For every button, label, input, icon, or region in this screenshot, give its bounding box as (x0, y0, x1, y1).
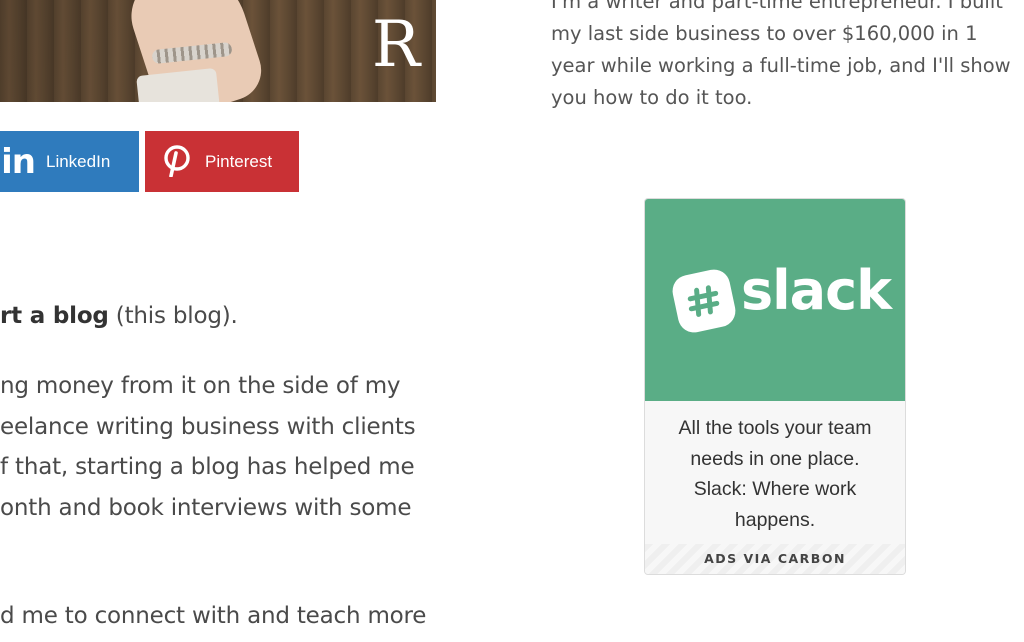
ad-text-line: needs in one place. (690, 447, 860, 470)
pinterest-icon (161, 145, 193, 177)
bio-line: year while working a full-time job, and … (551, 54, 1011, 77)
bio-line: you how to do it too. (551, 86, 753, 109)
share-linkedin-label: LinkedIn (46, 152, 111, 171)
ads-via-carbon-link[interactable]: ADS VIA CARBON (645, 544, 905, 574)
article-paragraph: ng money from it on the side of my eelan… (0, 366, 416, 528)
share-pinterest-label: Pinterest (205, 152, 273, 171)
paragraph-text: (this blog). (108, 303, 238, 329)
site-logo-watermark: R (371, 8, 421, 82)
ad-image[interactable]: slack (645, 199, 905, 401)
paragraph-line: f that, starting a blog has helped me (0, 454, 415, 480)
article-paragraph: rt a blog (this blog). (0, 296, 238, 337)
bio-line: my last side business to over $160,000 i… (551, 22, 978, 45)
ad-text-line: All the tools your team (678, 417, 872, 439)
paragraph-line: ng money from it on the side of my (0, 373, 401, 399)
bio-line: I'm a writer and part-time entrepreneur.… (551, 0, 1003, 13)
paragraph-line: eelance writing business with clients (0, 413, 416, 440)
article-paragraph: d me to connect with and teach more (0, 603, 427, 629)
paragraph-line: onth and book interviews with some (0, 494, 412, 521)
slack-wordmark: slack (741, 259, 892, 322)
ad-text-line: Slack: Where work (693, 478, 857, 500)
ad-text[interactable]: All the tools your team needs in one pla… (655, 413, 895, 535)
slack-hash-icon (669, 266, 739, 336)
share-pinterest-button[interactable]: Pinterest (145, 131, 299, 192)
share-linkedin-button[interactable]: in LinkedIn (0, 131, 139, 192)
ad-text-line: happens. (734, 508, 816, 531)
post-hero-image: R (0, 0, 436, 102)
linkedin-icon: in (1, 141, 36, 182)
carbon-ad[interactable]: slack All the tools your team needs in o… (644, 198, 906, 575)
bold-phrase: rt a blog (0, 303, 109, 329)
author-bio: I'm a writer and part-time entrepreneur.… (551, 0, 1011, 114)
